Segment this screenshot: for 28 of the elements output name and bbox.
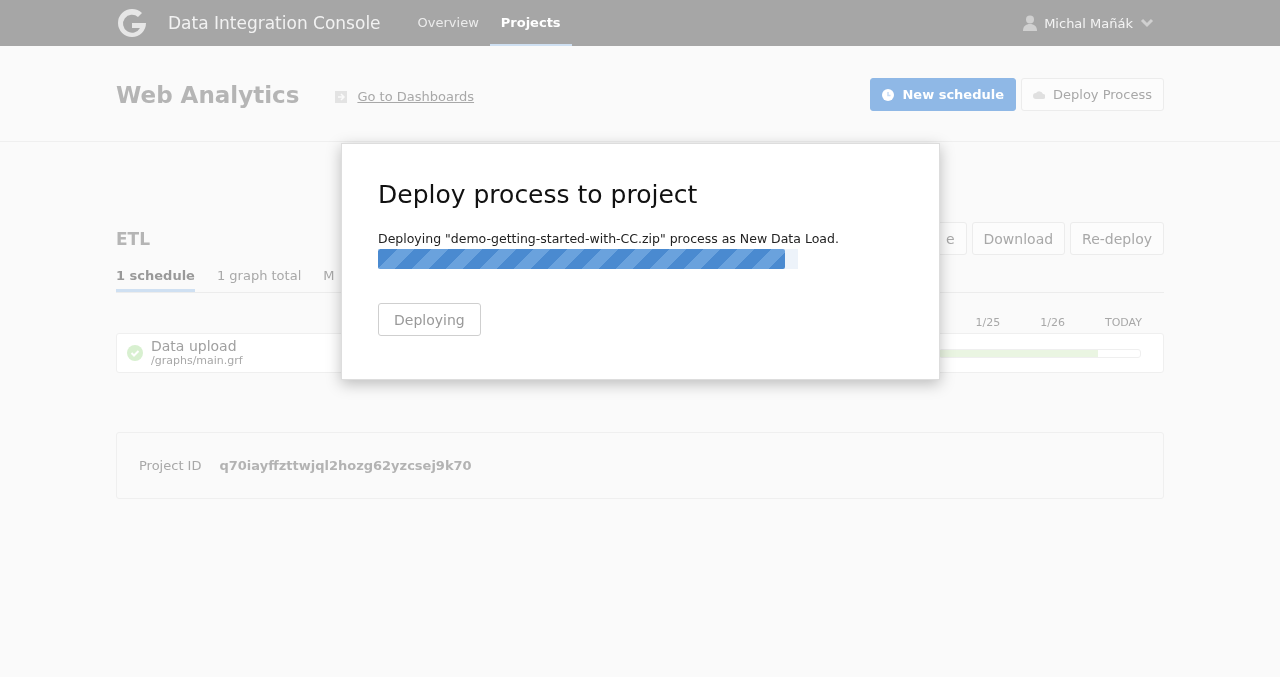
deploy-process-button[interactable]: Deploy Process bbox=[1021, 78, 1164, 111]
dialog-message: Deploying "demo-getting-started-with-CC.zip" process as New Data Load. bbox=[378, 231, 840, 246]
user-menu[interactable]: Michal Mañák bbox=[1023, 15, 1154, 31]
process-button[interactable]: Re-deploy bbox=[1070, 222, 1164, 255]
schedule-path: /graphs/main.grf bbox=[151, 354, 243, 367]
cloud-upload-icon bbox=[1033, 89, 1046, 100]
project-id-value: q70iayffzttwjql2hozg62yzcsej9k70 bbox=[219, 458, 472, 473]
timeline-label: 1/26 bbox=[1040, 316, 1065, 329]
nav-tab[interactable]: Projects bbox=[489, 0, 572, 46]
new-schedule-button[interactable]: New schedule bbox=[870, 78, 1017, 111]
logo-icon bbox=[116, 7, 148, 39]
app-title: Data Integration Console bbox=[168, 13, 381, 33]
process-tab[interactable]: 1 schedule bbox=[116, 261, 195, 292]
dashboards-link[interactable]: Go to Dashboards bbox=[357, 89, 475, 104]
process-button[interactable]: Download bbox=[971, 222, 1066, 255]
process-tab[interactable]: 1 graph total bbox=[216, 261, 302, 292]
chevron-down-icon bbox=[1140, 18, 1154, 28]
schedule-name: Data upload bbox=[151, 339, 238, 355]
nav-tab[interactable]: Overview bbox=[406, 0, 490, 46]
process-title: ETL bbox=[116, 228, 151, 249]
dialog-title: Deploy process to project bbox=[378, 180, 699, 209]
project-id-label: Project ID bbox=[139, 458, 202, 473]
clock-icon bbox=[882, 88, 895, 101]
timeline-label: 1/25 bbox=[975, 316, 1001, 329]
project-title: Web Analytics bbox=[116, 81, 300, 108]
timeline-label: TODAY bbox=[1104, 316, 1142, 329]
user-icon bbox=[1023, 15, 1038, 31]
process-tab[interactable]: M bbox=[323, 261, 335, 292]
